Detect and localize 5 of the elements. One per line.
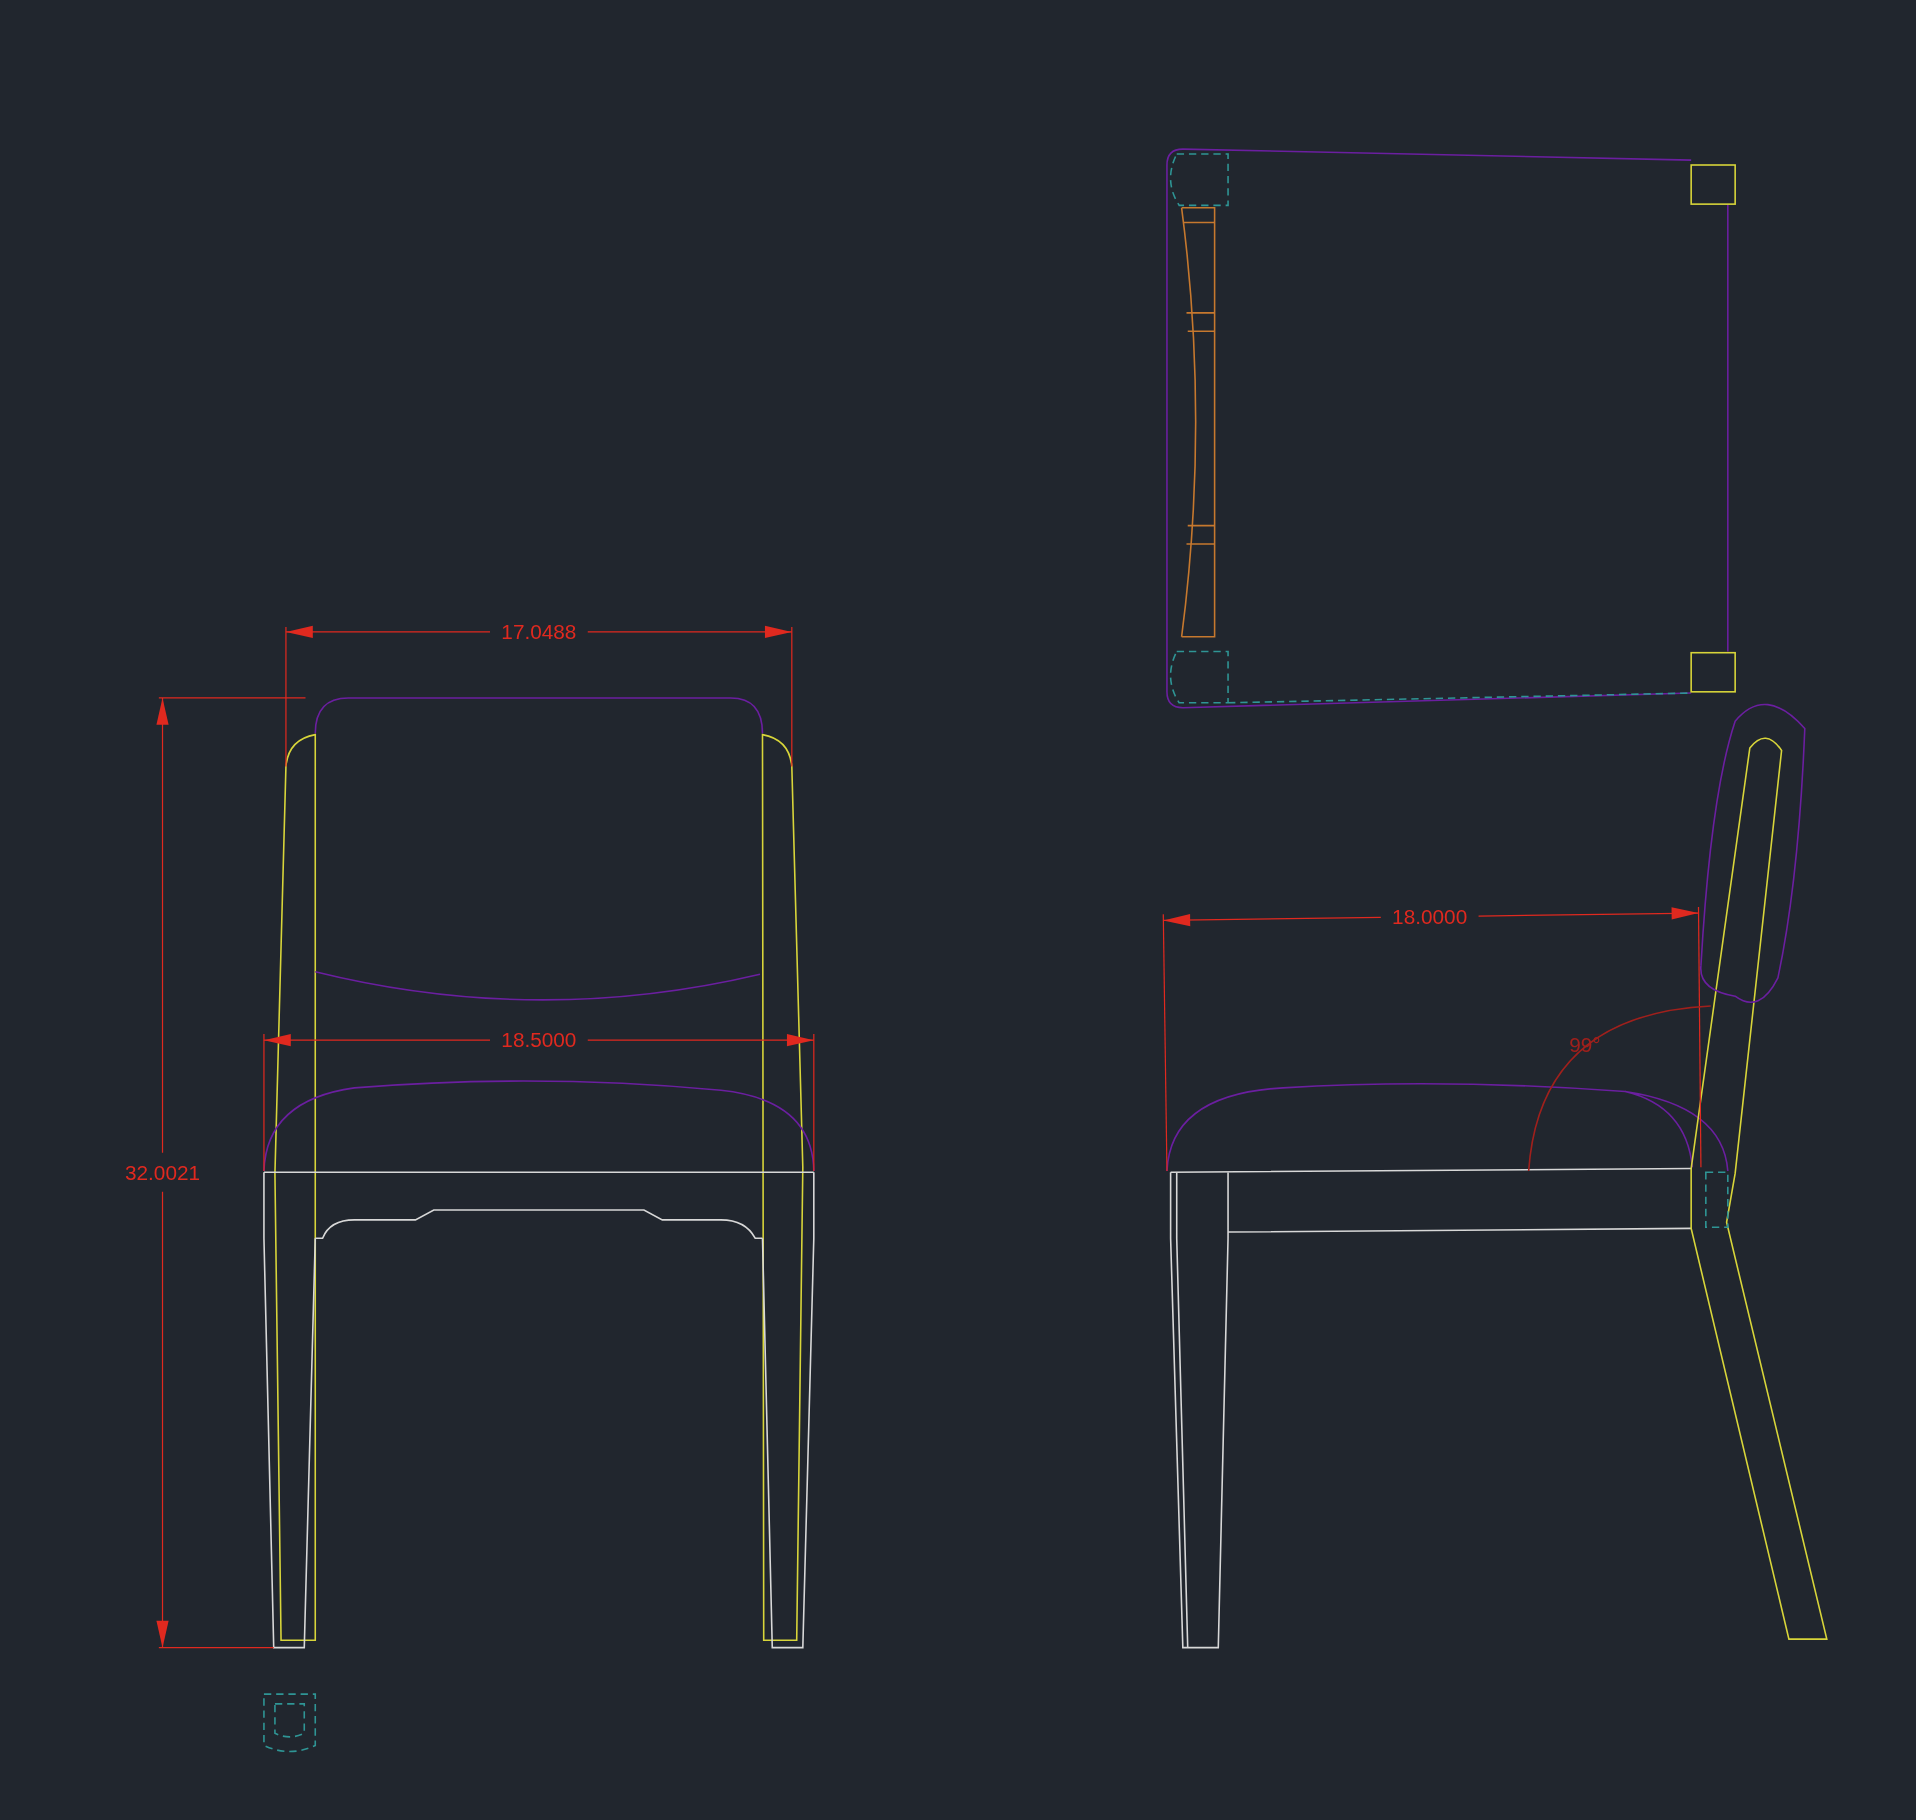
dimension-label: 17.0488 — [501, 620, 577, 644]
dimension-label: 18.0000 — [1392, 905, 1468, 929]
dimension-label: 32.0021 — [125, 1160, 201, 1184]
dashed-leg-section-drawing — [263, 1693, 317, 1753]
dimension-label: 18.5000 — [501, 1028, 577, 1052]
